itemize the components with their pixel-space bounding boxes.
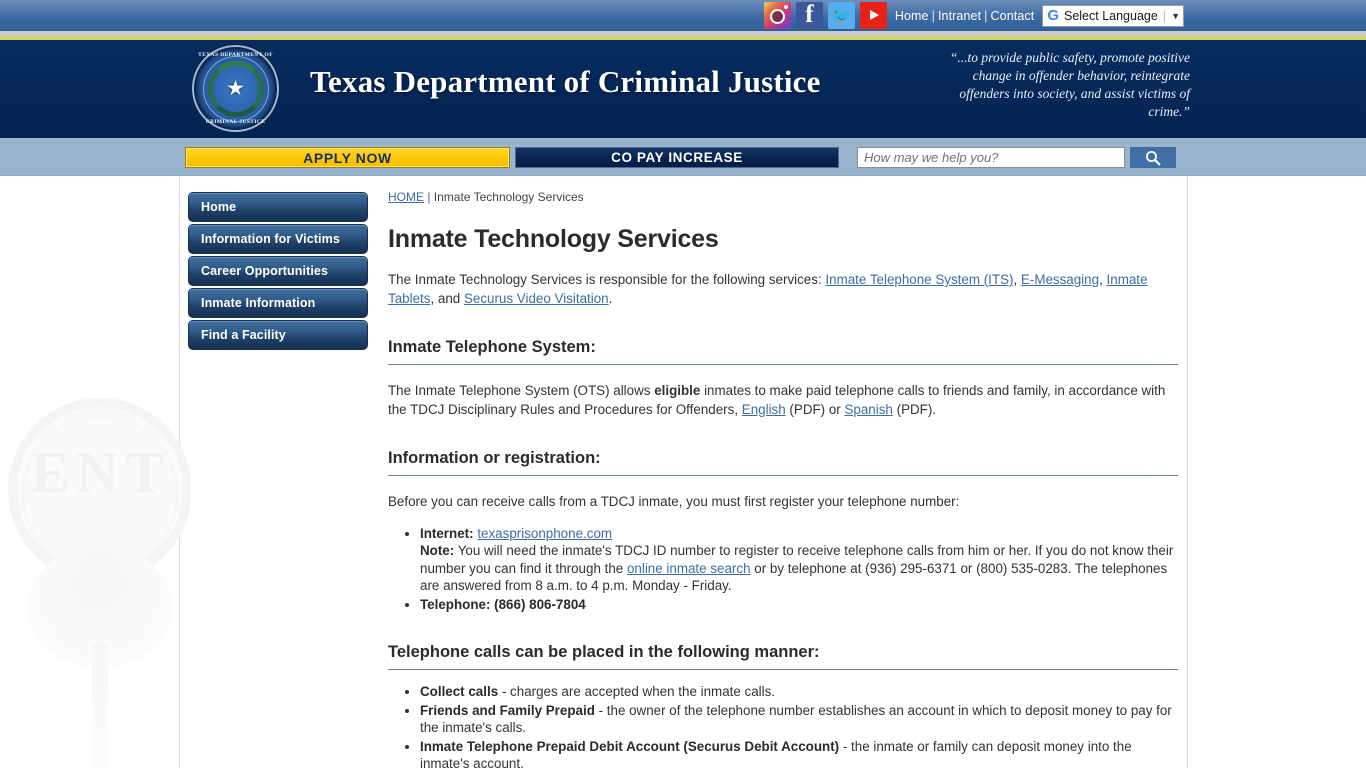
social-links: f 🐦	[763, 2, 887, 29]
twitter-glyph: 🐦	[830, 6, 852, 25]
chevron-down-icon[interactable]: ▼	[1171, 11, 1180, 21]
masthead-inner: ★ TEXAS DEPARTMENT OF CRIMINAL JUSTICE T…	[180, 40, 1190, 138]
section-heading-telephone-calls-manner: Telephone calls can be placed in the fol…	[388, 643, 1178, 671]
s1-bold-eligible: eligible	[654, 383, 701, 398]
site-masthead: ★ TEXAS DEPARTMENT OF CRIMINAL JUSTICE T…	[0, 40, 1366, 138]
google-translate-widget[interactable]: G Select Language | ▼	[1042, 4, 1184, 27]
breadcrumb-home-link[interactable]: HOME	[388, 190, 424, 204]
seal-watermark: ENT	[6, 398, 190, 768]
telephone-label: Telephone: (866) 806-7804	[420, 596, 586, 612]
seal-star-icon: ★	[226, 77, 245, 100]
search-input[interactable]	[857, 147, 1125, 168]
intro-end: .	[608, 291, 613, 306]
instagram-flash	[783, 5, 788, 9]
s1-part3: (PDF) or	[785, 401, 845, 417]
watermark-wreath	[28, 546, 172, 666]
top-link-contact[interactable]: Contact	[991, 9, 1035, 23]
collect-calls-text: - charges are accepted when the inmate c…	[498, 684, 776, 700]
seal-top-text: TEXAS DEPARTMENT OF	[198, 52, 273, 58]
top-link-intranet[interactable]: Intranet	[938, 9, 981, 23]
intro-sep-3: , and	[430, 291, 464, 306]
sidebar-nav: Home Information for Victims Career Oppo…	[188, 192, 368, 352]
search-button[interactable]	[1130, 147, 1176, 168]
breadcrumb-separator: |	[424, 190, 434, 204]
twitter-icon[interactable]: 🐦	[827, 2, 855, 29]
top-link-home[interactable]: Home	[895, 9, 929, 23]
tdcj-seal-logo[interactable]: ★ TEXAS DEPARTMENT OF CRIMINAL JUSTICE	[192, 45, 279, 132]
search-area	[857, 147, 1176, 168]
collect-calls-label: Collect calls	[420, 684, 499, 700]
list-item-collect-calls: Collect calls - charges are accepted whe…	[420, 683, 1178, 701]
link-securus-video-visitation[interactable]: Securus Video Visitation	[464, 291, 609, 306]
seal-bottom-text: CRIMINAL JUSTICE	[205, 119, 266, 125]
search-icon	[1146, 150, 1161, 165]
debit-account-label: Inmate Telephone Prepaid Debit Account (…	[420, 738, 840, 754]
section-1-paragraph: The Inmate Telephone System (OTS) allows…	[388, 382, 1178, 419]
top-utility-bar: f 🐦 Home | Intranet | Contact G Select Langu…	[0, 0, 1366, 31]
site-title: Texas Department of Criminal Justice	[310, 64, 821, 99]
list-item-prepaid-debit-account: Inmate Telephone Prepaid Debit Account (…	[420, 738, 1178, 768]
list-item-internet: Internet: texasprisonphone.comNote: You …	[420, 525, 1178, 595]
facebook-icon[interactable]: f	[795, 2, 823, 29]
internet-label: Internet:	[420, 525, 474, 541]
page-title: Inmate Technology Services	[388, 225, 719, 253]
google-icon: G	[1047, 7, 1059, 24]
s1-part4: (PDF).	[892, 401, 937, 417]
instagram-lens	[769, 9, 785, 24]
intro-sep-1: ,	[1013, 272, 1021, 287]
top-nav-links: Home | Intranet | Contact	[895, 9, 1034, 23]
intro-lead: The Inmate Technology Services is respon…	[388, 272, 826, 287]
youtube-play-glyph	[869, 10, 879, 20]
top-link-separator-2: |	[984, 8, 988, 23]
page-body: ENT Home Information for Victims Career …	[0, 176, 1366, 768]
list-item-friends-family-prepaid: Friends and Family Prepaid - the owner o…	[420, 702, 1178, 737]
breadcrumb: HOME | Inmate Technology Services	[388, 176, 1178, 204]
link-inmate-telephone-system[interactable]: Inmate Telephone System (ITS)	[825, 272, 1013, 287]
facebook-glyph: f	[805, 2, 814, 28]
watermark-circle	[8, 398, 190, 582]
sidebar-item-inmate-information[interactable]: Inmate Information	[188, 288, 368, 318]
list-item-telephone: Telephone: (866) 806-7804	[420, 596, 1178, 614]
breadcrumb-current: Inmate Technology Services	[433, 190, 584, 204]
quick-action-bar: APPLY NOW CO PAY INCREASE	[0, 138, 1366, 176]
apply-now-button[interactable]: APPLY NOW	[185, 147, 510, 168]
s1-part1: The Inmate Telephone System (OTS) allows	[388, 383, 655, 398]
watermark-stem	[92, 644, 108, 768]
section-heading-information-or-registration: Information or registration:	[388, 449, 1178, 476]
sidebar-item-career-opportunities[interactable]: Career Opportunities	[188, 256, 368, 286]
registration-bullet-list: Internet: texasprisonphone.comNote: You …	[388, 525, 1178, 614]
youtube-icon[interactable]	[859, 2, 887, 29]
mission-statement: “...to provide public safety, promote po…	[949, 50, 1190, 119]
intro-sep-2: ,	[1099, 272, 1107, 287]
link-e-messaging[interactable]: E-Messaging	[1021, 272, 1099, 287]
section-heading-inmate-telephone-system: Inmate Telephone System:	[388, 338, 1178, 365]
intro-paragraph: The Inmate Technology Services is respon…	[388, 270, 1178, 308]
link-online-inmate-search[interactable]: online inmate search	[627, 561, 751, 576]
link-texasprisonphone[interactable]: texasprisonphone.com	[477, 526, 612, 541]
link-english-pdf[interactable]: English	[742, 402, 786, 417]
friends-family-label: Friends and Family Prepaid	[420, 702, 595, 718]
seal-ring: ★	[202, 55, 269, 122]
call-types-bullet-list: Collect calls - charges are accepted whe…	[388, 683, 1178, 768]
co-pay-increase-button[interactable]: CO PAY INCREASE	[515, 147, 839, 168]
translate-divider: |	[1162, 8, 1167, 23]
select-language-label: Select Language	[1063, 8, 1158, 23]
main-content: HOME | Inmate Technology Services Inmate…	[388, 176, 1178, 768]
instagram-icon[interactable]	[763, 2, 791, 29]
top-link-separator-1: |	[931, 8, 935, 23]
sidebar-item-home[interactable]: Home	[188, 192, 368, 222]
watermark-text: ENT	[30, 440, 172, 505]
sidebar-item-information-for-victims[interactable]: Information for Victims	[188, 224, 368, 254]
watermark-inner-band	[22, 416, 178, 572]
note-label: Note:	[420, 543, 455, 559]
section-2-paragraph: Before you can receive calls from a TDCJ…	[388, 494, 960, 509]
quickbar-inner: APPLY NOW CO PAY INCREASE	[180, 138, 1190, 176]
link-spanish-pdf[interactable]: Spanish	[844, 402, 892, 417]
sidebar-item-find-a-facility[interactable]: Find a Facility	[188, 320, 368, 350]
